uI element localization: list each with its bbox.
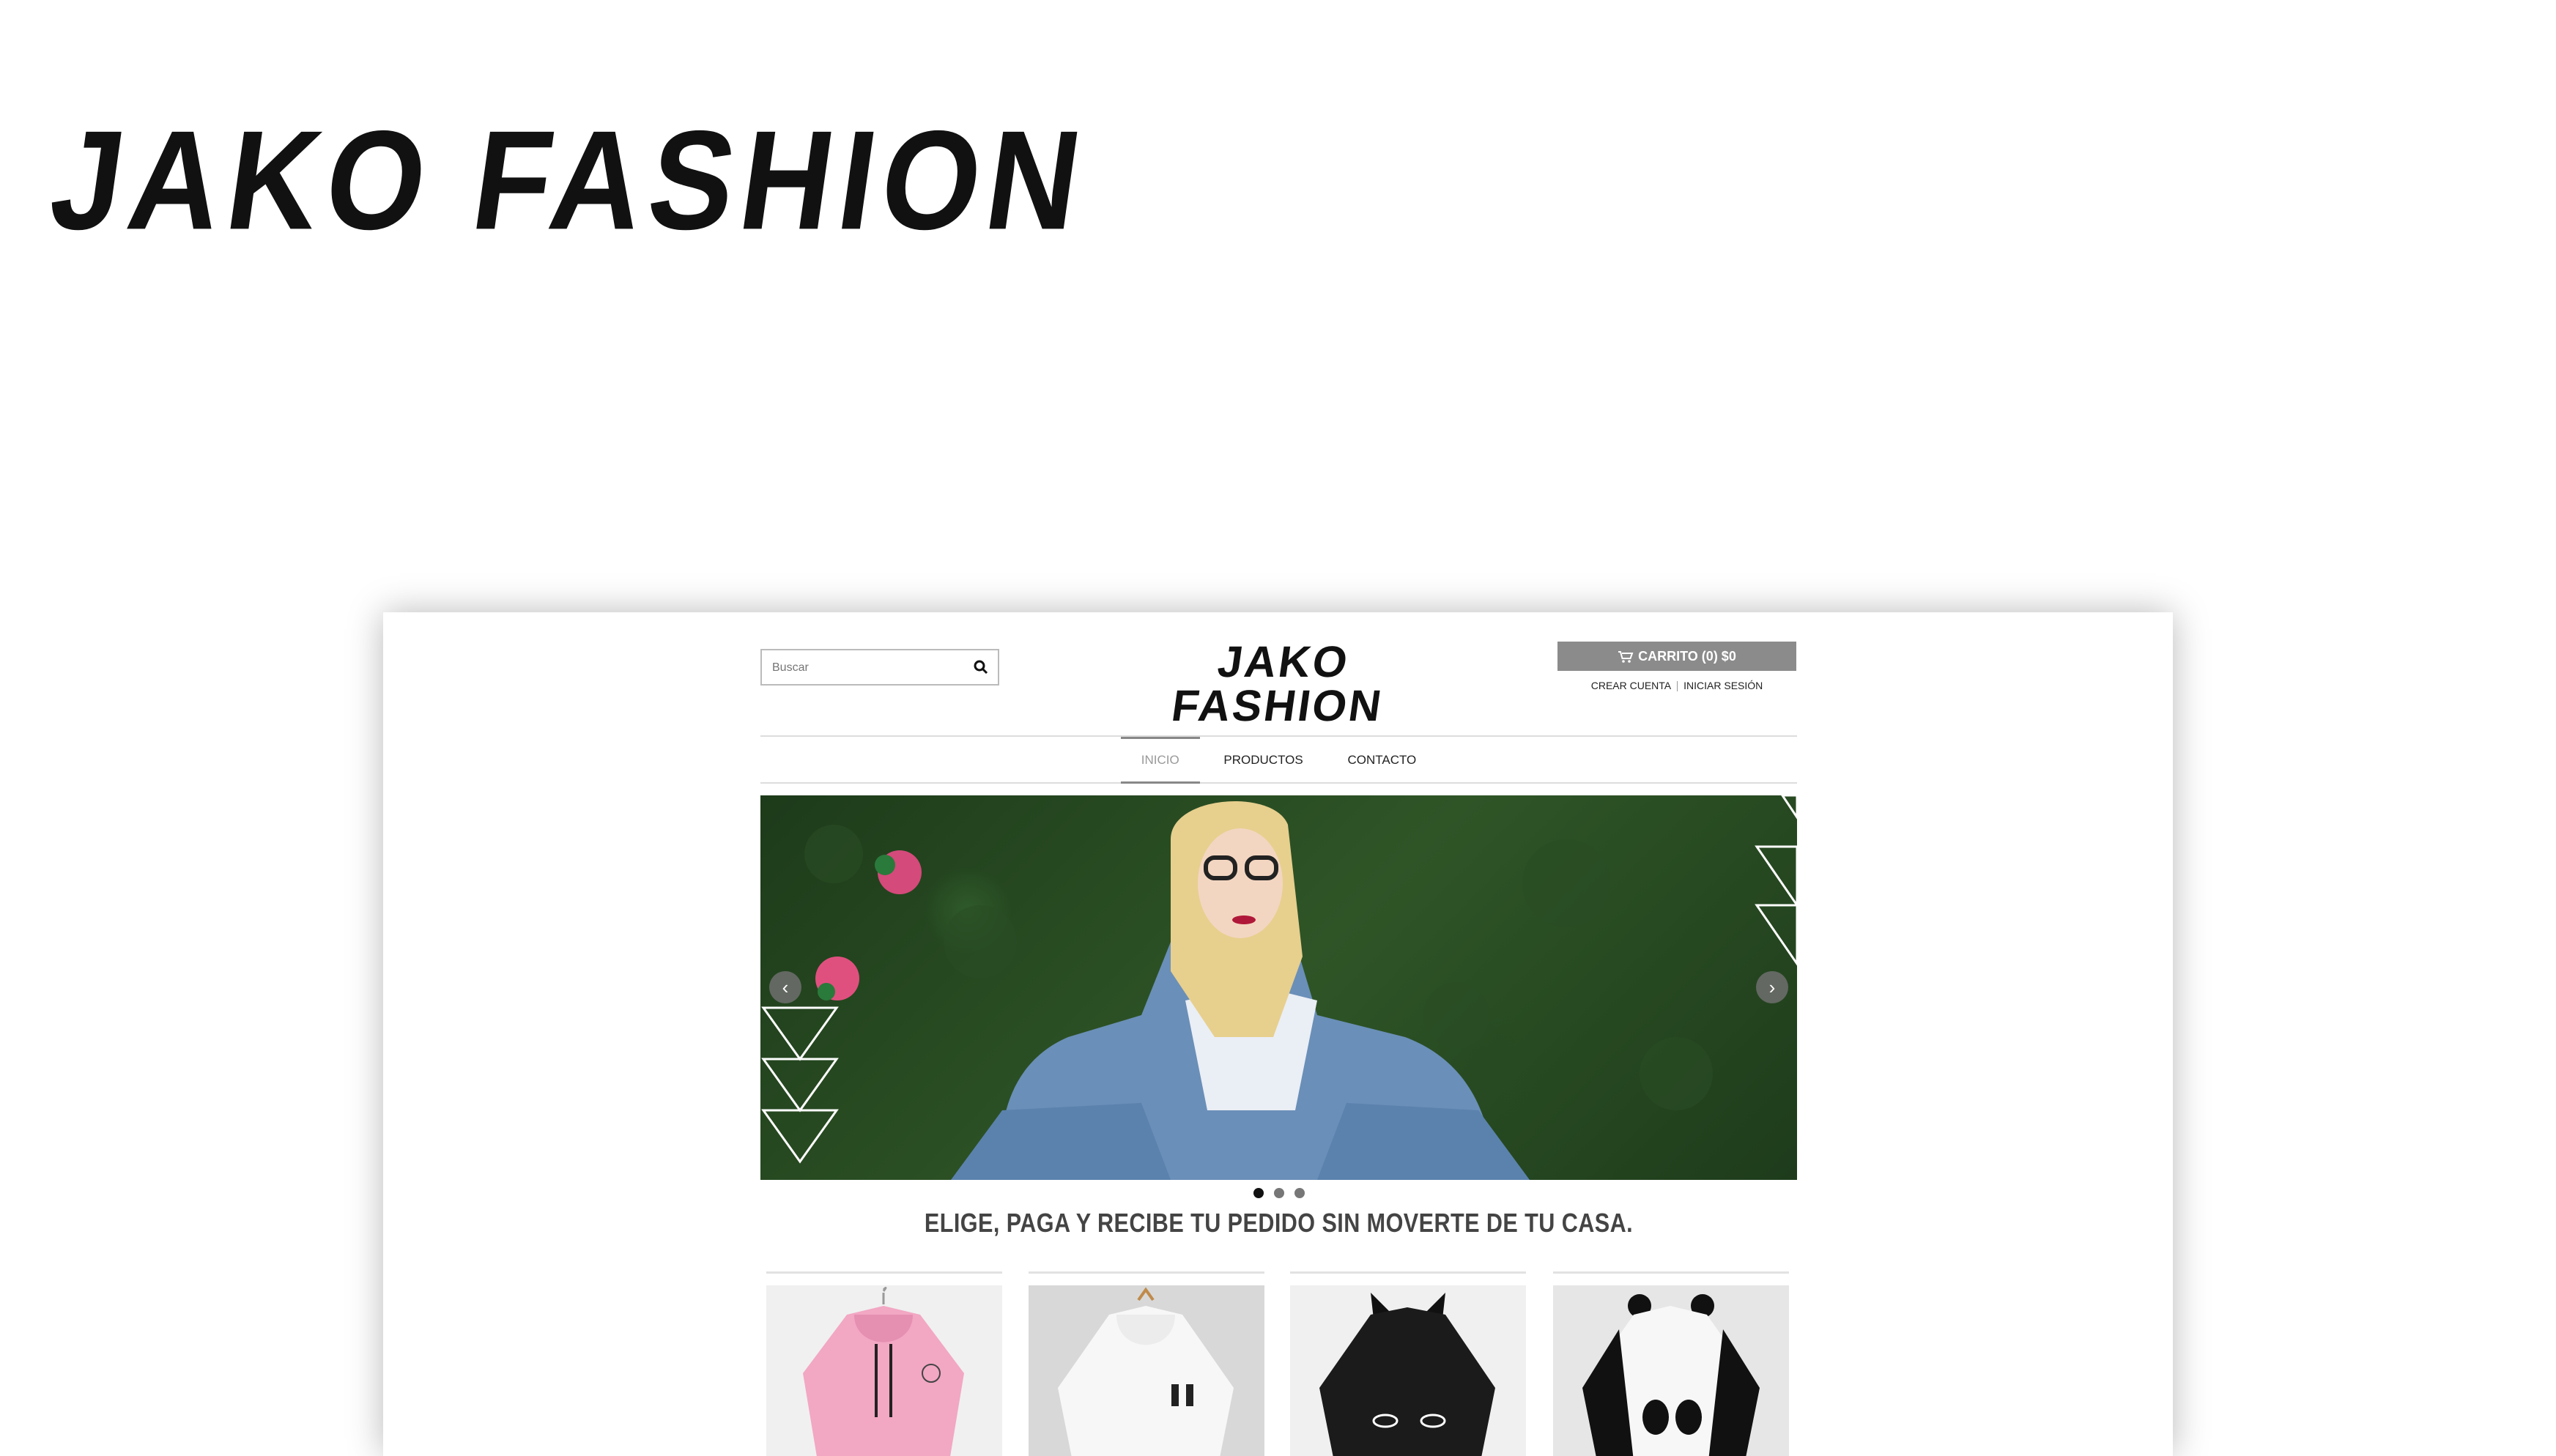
slider-dot-3[interactable] <box>1294 1188 1305 1198</box>
black-cat-hoodie-icon <box>1319 1293 1495 1456</box>
product-image[interactable] <box>1029 1285 1264 1456</box>
search-input[interactable] <box>771 656 957 680</box>
product-card[interactable] <box>1553 1271 1789 1456</box>
brand-logo-large: JAKO FASHION <box>42 101 1097 259</box>
product-card[interactable] <box>766 1271 1002 1456</box>
hero-image <box>761 795 1797 1180</box>
main-nav: INICIO PRODUCTOS CONTACTO <box>760 735 1797 784</box>
prev-slide-arrow-icon[interactable]: ‹ <box>769 971 801 1003</box>
login-link[interactable]: INICIAR SESIÓN <box>1683 680 1763 691</box>
search-box[interactable] <box>760 649 999 686</box>
account-links: CREAR CUENTA INICIAR SESIÓN <box>1557 680 1796 692</box>
cart-button[interactable]: CARRITO (0) $0 <box>1557 642 1796 671</box>
create-account-link[interactable]: CREAR CUENTA <box>1591 680 1671 691</box>
nav-item-contacto[interactable]: CONTACTO <box>1327 737 1437 784</box>
white-hoodie-icon <box>1058 1287 1234 1456</box>
nav-item-productos[interactable]: PRODUCTOS <box>1203 737 1323 784</box>
store-logo[interactable]: JAKO FASHION <box>1150 637 1412 730</box>
cart-label: CARRITO (0) $0 <box>1638 649 1736 664</box>
slider-dots <box>760 1188 1797 1202</box>
product-image[interactable] <box>1553 1285 1789 1456</box>
nav-item-inicio[interactable]: INICIO <box>1120 737 1200 784</box>
account-divider <box>1677 681 1678 692</box>
product-card[interactable] <box>1029 1271 1264 1456</box>
panda-hoodie-icon <box>1582 1294 1760 1456</box>
product-grid <box>760 1271 1797 1456</box>
store-container: JAKO FASHION CARRITO (0) $0 CREAR CUENTA… <box>760 612 1797 1456</box>
slogan: ELIGE, PAGA Y RECIBE TU PEDIDO SIN MOVER… <box>924 1208 1634 1238</box>
hero-slider[interactable]: ‹ › <box>760 795 1797 1180</box>
pink-hoodie-icon <box>803 1286 964 1456</box>
cart-icon <box>1618 651 1634 664</box>
product-image[interactable] <box>1290 1285 1526 1456</box>
search-icon[interactable] <box>973 659 989 675</box>
store-screenshot: JAKO FASHION CARRITO (0) $0 CREAR CUENTA… <box>383 612 2173 1456</box>
product-image[interactable] <box>766 1285 1002 1456</box>
slider-dot-2[interactable] <box>1273 1188 1284 1198</box>
next-slide-arrow-icon[interactable]: › <box>1756 971 1788 1003</box>
product-card[interactable] <box>1290 1271 1526 1456</box>
slider-dot-1[interactable] <box>1253 1188 1264 1198</box>
